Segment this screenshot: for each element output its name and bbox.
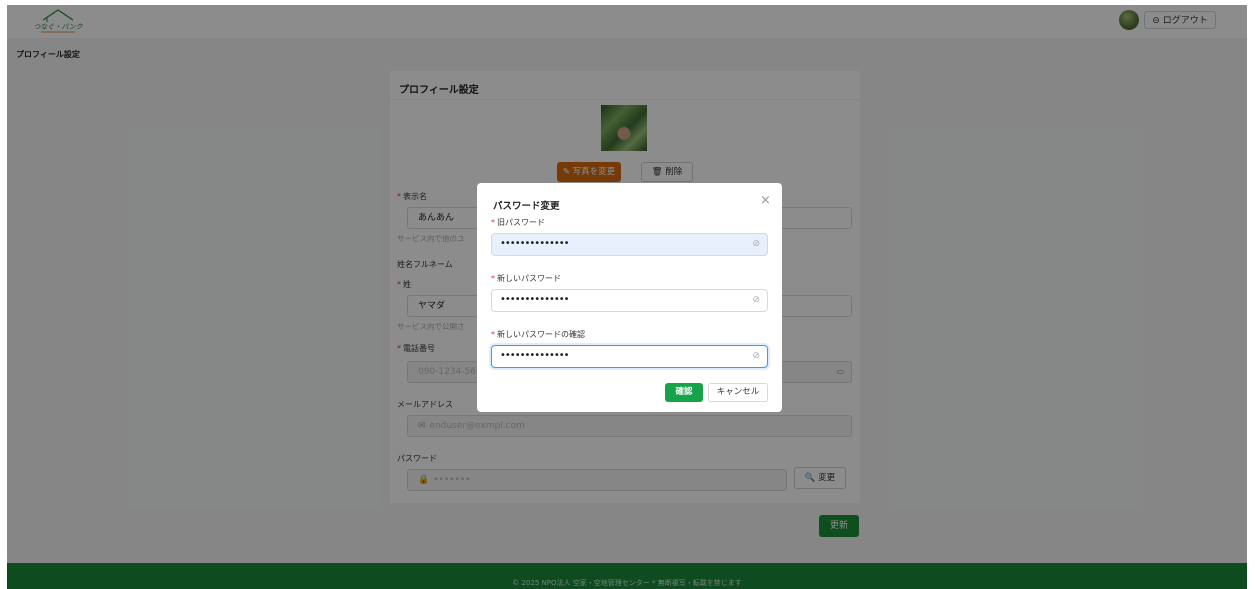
- confirm-button[interactable]: 確認: [665, 383, 703, 402]
- confirm-password-input[interactable]: •••••••••••••• ⊘: [491, 345, 768, 368]
- old-password-label: * 旧パスワード: [491, 218, 545, 227]
- confirm-password-label: * 新しいパスワードの確認: [491, 330, 585, 339]
- confirm-password-value: ••••••••••••••: [500, 350, 570, 361]
- old-password-value: ••••••••••••••: [500, 238, 570, 249]
- eye-off-icon[interactable]: ⊘: [752, 346, 760, 366]
- close-icon[interactable]: ×: [760, 193, 771, 208]
- new-password-label: * 新しいパスワード: [491, 274, 561, 283]
- new-password-input[interactable]: •••••••••••••• ⊘: [491, 289, 768, 312]
- eye-off-icon[interactable]: ⊘: [752, 234, 760, 254]
- modal-title: パスワード変更: [493, 201, 560, 212]
- cancel-button[interactable]: キャンセル: [708, 383, 768, 402]
- eye-off-icon[interactable]: ⊘: [752, 290, 760, 310]
- password-change-modal: パスワード変更 × * 旧パスワード •••••••••••••• ⊘ * 新しいパ…: [477, 183, 782, 412]
- new-password-value: ••••••••••••••: [500, 294, 570, 305]
- old-password-input[interactable]: •••••••••••••• ⊘: [491, 233, 768, 256]
